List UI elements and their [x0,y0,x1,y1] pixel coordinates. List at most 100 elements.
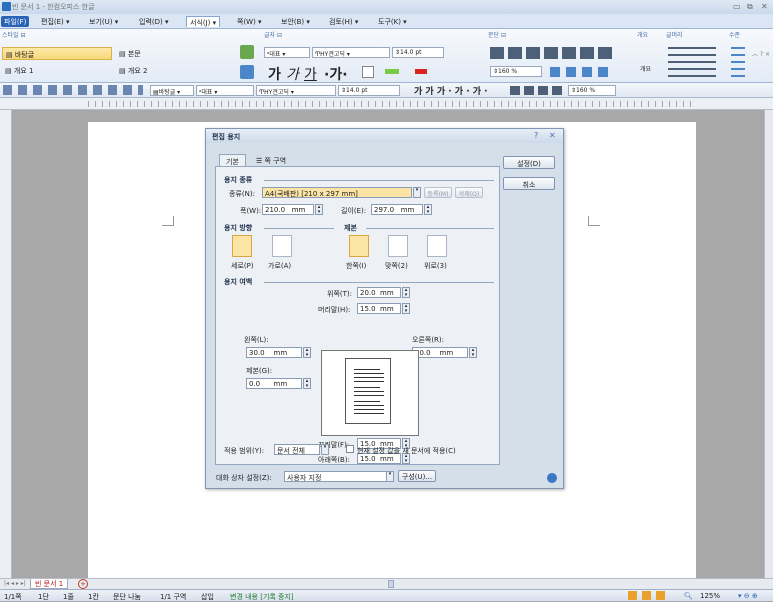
dialog-settings-dropdown-icon[interactable]: ▾ [386,471,394,482]
menu-tools[interactable]: 도구(K) ▾ [375,16,410,27]
italic-button[interactable]: 가 [286,64,299,84]
highlight-icon[interactable] [385,69,399,74]
vertical-ruler[interactable] [0,110,12,578]
tab-nav-icons[interactable]: |◂ ◂ ▸ ▸| [4,580,26,587]
preview-line [354,409,384,410]
outline-button[interactable]: 개요 [640,64,651,73]
menu-page[interactable]: 쪽(W) ▾ [234,16,265,27]
style-item-outline2[interactable]: ▤ 개요 2 [116,64,226,77]
divider [366,228,494,229]
bullet-list-icon[interactable] [668,47,716,77]
gutter-margin-spinner[interactable]: ▴ ▾ [303,378,311,389]
document-tab[interactable]: 빈 문서 1 [30,579,69,589]
apply-range-select[interactable]: 문서 전체 [274,444,320,455]
menu-review[interactable]: 검토(H) ▾ [326,16,361,27]
add-tab-icon[interactable]: + [78,579,88,589]
unit: mm [439,349,454,357]
dialog-info-icon[interactable] [547,473,557,483]
menu-format[interactable]: 서식(J) ▾ [186,16,221,27]
line-spacing-value: 160 [498,68,510,75]
menu-insert[interactable]: 입력(D) ▾ [136,16,171,27]
binding-both-option[interactable] [388,235,408,257]
menu-view[interactable]: 보기(U) ▾ [86,16,121,27]
right-margin-spinner[interactable]: ▴ ▾ [469,347,477,358]
paper-width-input[interactable]: 210.0 mm [262,204,314,215]
tb-lang-select[interactable]: ᵃ대표 ▾ [196,85,254,96]
tb-align-buttons[interactable] [510,86,564,95]
dialog-close-icon[interactable]: ✕ [549,131,556,140]
ribbon-collapse-icon[interactable]: ︿ ? × [752,49,770,58]
vertical-scrollbar[interactable] [764,110,773,588]
close-icon[interactable]: ✕ [761,2,768,11]
bold-button[interactable]: 가 [268,64,281,84]
paper-height-spinner[interactable]: ▴ ▾ [424,204,432,215]
header-margin-spinner[interactable]: ▴ ▾ [402,303,410,314]
tb-format-buttons[interactable]: 가 가 가 · 가 · 가 · [414,84,488,97]
right-margin-input[interactable]: 30.0 mm [412,347,468,358]
border-icon[interactable] [362,66,374,78]
horizontal-ruler[interactable] [0,98,773,110]
tb-size-input[interactable]: ⇕14.0 pt [338,85,400,96]
left-margin-spinner[interactable]: ▴ ▾ [303,347,311,358]
magnifier-icon[interactable]: 🔍︎ [684,592,693,600]
style-item-outline1[interactable]: ▤ 개요 1 [2,64,112,77]
level-icon[interactable] [731,47,745,77]
style-item-body[interactable]: ▤ 본문 [116,47,226,60]
line-spacing-input[interactable]: ⇕160 % [490,66,542,77]
font-color-icon[interactable] [415,69,427,74]
zoom-level[interactable]: 125% [700,592,720,600]
document-tab-bar: |◂ ◂ ▸ ▸| 빈 문서 1 + [0,578,773,589]
top-margin-input[interactable]: 20.0 mm [357,287,401,298]
underline-button[interactable]: 가 [304,64,317,84]
register-button[interactable]: 등록(M) [424,187,452,198]
header-margin-input[interactable]: 15.0 mm [357,303,401,314]
preview-line [354,377,384,378]
paper-height-input[interactable]: 297.0 mm [371,204,423,215]
app-icon [2,2,11,11]
tb-spacing-input[interactable]: ⇕160 % [568,85,616,96]
style-add-icon[interactable] [240,45,254,59]
apply-new-checkbox[interactable] [346,445,354,453]
horizontal-scroll-thumb[interactable] [388,580,394,588]
menu-edit[interactable]: 편집(E) ▾ [38,16,73,27]
quick-access-icons[interactable] [3,85,143,95]
view-mode-icons[interactable] [628,591,668,600]
restore-icon[interactable]: ⧉ [747,2,753,12]
minimize-icon[interactable]: ▭ [733,2,741,11]
dialog-settings-select[interactable]: 사용자 지정 [284,471,394,482]
portrait-option[interactable] [232,235,252,257]
gutter-margin-input[interactable]: 0.0 mm [246,378,302,389]
style-item-batang[interactable]: ▤ 바탕글 [2,47,112,60]
compose-button[interactable]: 구성(U)... [398,470,436,482]
zoom-buttons[interactable]: ▾ ⊖ ⊕ [738,592,758,600]
binding-one-side-option[interactable] [349,235,369,257]
preview-sheet [345,358,391,424]
font-lang-select[interactable]: ᵃ대표 ▾ [264,47,310,58]
apply-range-dropdown-icon[interactable]: ▾ [321,444,329,455]
binding-top-option[interactable] [427,235,447,257]
align-buttons[interactable] [490,47,616,59]
paper-kind-dropdown-icon[interactable]: ▾ [413,187,421,198]
paper-width-spinner[interactable]: ▴ ▾ [315,204,323,215]
unit: mm [273,349,288,357]
top-margin-spinner[interactable]: ▴ ▾ [402,287,410,298]
indent-buttons[interactable] [550,67,614,77]
landscape-option[interactable] [272,235,292,257]
font-name-select[interactable]: ͲHY견고딕 ▾ [312,47,390,58]
font-unit: pt [415,49,422,56]
value: 30.0 [249,349,265,357]
quick-toolbar: ▤바탕글 ▾ ᵃ대표 ▾ ͲHY견고딕 ▾ ⇕14.0 pt 가 가 가 · 가… [0,83,773,98]
menu-file[interactable]: 파일(F) [1,16,30,27]
style-edit-icon[interactable] [240,65,254,79]
tb-font-select[interactable]: ͲHY견고딕 ▾ [256,85,336,96]
menu-security[interactable]: 보안(B) ▾ [278,16,313,27]
ok-button[interactable]: 설정(D) [503,156,555,169]
delete-button[interactable]: 삭제(O) [455,187,483,198]
tb-style-select[interactable]: ▤바탕글 ▾ [150,85,194,96]
paper-kind-select[interactable]: A4(국배판) [210 x 297 mm] [262,187,412,198]
help-icon[interactable]: ? [534,131,538,140]
strike-button[interactable]: ·가· [324,64,348,84]
font-size-input[interactable]: ⇕14.0 pt [392,47,444,58]
cancel-button[interactable]: 취소 [503,177,555,190]
left-margin-input[interactable]: 30.0 mm [246,347,302,358]
